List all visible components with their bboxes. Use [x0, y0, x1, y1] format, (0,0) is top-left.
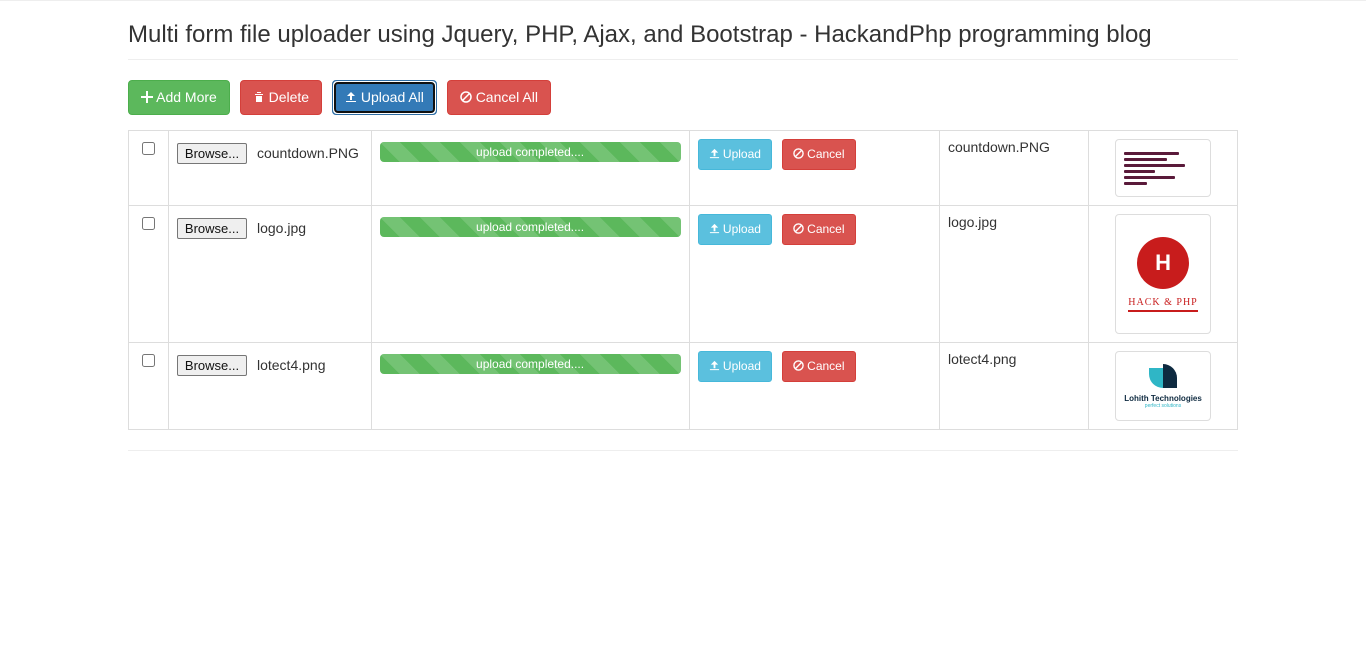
cancel-label: Cancel — [807, 359, 844, 373]
upload-all-button[interactable]: Upload All — [332, 80, 437, 115]
upload-label: Upload — [723, 147, 761, 161]
cancel-label: Cancel — [807, 147, 844, 161]
cancel-label: Cancel — [807, 222, 844, 236]
ban-icon — [460, 88, 472, 108]
cancel-button[interactable]: Cancel — [782, 214, 856, 245]
thumbnail-image — [1115, 139, 1211, 197]
uploads-table: Browse... countdown.PNG upload completed… — [128, 130, 1238, 430]
uploaded-filename: logo.jpg — [948, 214, 997, 230]
header-divider — [128, 59, 1238, 60]
toolbar: Add More Delete Upload All Cancel All — [128, 80, 1238, 115]
thumbnail-image: Lohith Technologiesperfect solutions — [1115, 351, 1211, 421]
cancel-all-label: Cancel All — [476, 89, 538, 105]
upload-button[interactable]: Upload — [698, 139, 772, 170]
page-title: Multi form file uploader using Jquery, P… — [128, 21, 1238, 49]
selected-filename: countdown.PNG — [257, 145, 359, 161]
upload-progress-bar: upload completed.... — [380, 142, 681, 162]
table-row: Browse... lotect4.png upload completed..… — [129, 343, 1238, 430]
ban-icon — [793, 221, 804, 239]
browse-button[interactable]: Browse... — [177, 355, 247, 376]
table-row: Browse... countdown.PNG upload completed… — [129, 131, 1238, 206]
row-select-checkbox[interactable] — [142, 142, 155, 155]
upload-progress-bar: upload completed.... — [380, 217, 681, 237]
upload-progress: upload completed.... — [380, 354, 681, 374]
delete-button[interactable]: Delete — [240, 80, 322, 115]
browse-button[interactable]: Browse... — [177, 143, 247, 164]
upload-button[interactable]: Upload — [698, 351, 772, 382]
upload-button[interactable]: Upload — [698, 214, 772, 245]
cancel-button[interactable]: Cancel — [782, 351, 856, 382]
upload-icon — [709, 358, 720, 376]
upload-icon — [709, 221, 720, 239]
ban-icon — [793, 358, 804, 376]
trash-icon — [253, 88, 265, 108]
upload-label: Upload — [723, 222, 761, 236]
browse-button[interactable]: Browse... — [177, 218, 247, 239]
upload-all-label: Upload All — [361, 89, 424, 105]
selected-filename: lotect4.png — [257, 357, 326, 373]
cancel-all-button[interactable]: Cancel All — [447, 80, 551, 115]
upload-progress-bar: upload completed.... — [380, 354, 681, 374]
upload-icon — [709, 146, 720, 164]
ban-icon — [793, 146, 804, 164]
thumbnail-image: HHACK & PHP — [1115, 214, 1211, 334]
plus-icon — [141, 88, 153, 108]
upload-progress: upload completed.... — [380, 142, 681, 162]
uploaded-filename: lotect4.png — [948, 351, 1017, 367]
row-select-checkbox[interactable] — [142, 354, 155, 367]
upload-icon — [345, 88, 357, 108]
selected-filename: logo.jpg — [257, 220, 306, 236]
delete-label: Delete — [269, 89, 309, 105]
cancel-button[interactable]: Cancel — [782, 139, 856, 170]
row-select-checkbox[interactable] — [142, 217, 155, 230]
add-more-label: Add More — [156, 89, 217, 105]
uploaded-filename: countdown.PNG — [948, 139, 1050, 155]
add-more-button[interactable]: Add More — [128, 80, 230, 115]
upload-label: Upload — [723, 359, 761, 373]
footer-divider — [128, 450, 1238, 451]
upload-progress: upload completed.... — [380, 217, 681, 237]
table-row: Browse... logo.jpg upload completed.... … — [129, 206, 1238, 343]
